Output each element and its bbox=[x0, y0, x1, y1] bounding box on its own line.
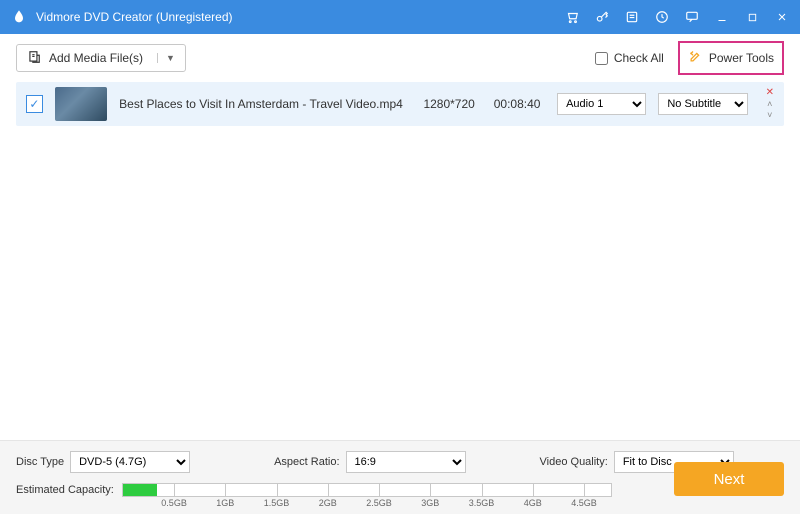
output-options: Disc Type DVD-5 (4.7G) Aspect Ratio: 16:… bbox=[16, 451, 784, 473]
aspect-ratio-label: Aspect Ratio: bbox=[274, 456, 339, 468]
item-thumbnail bbox=[55, 87, 107, 121]
close-icon[interactable] bbox=[774, 9, 790, 25]
add-file-icon bbox=[27, 50, 41, 67]
move-down-icon[interactable]: ˅ bbox=[767, 111, 772, 120]
minimize-icon[interactable] bbox=[714, 9, 730, 25]
chevron-down-icon: ▼ bbox=[157, 53, 175, 63]
capacity-bar: 0.5GB 1GB 1.5GB 2GB 2.5GB 3GB 3.5GB 4GB … bbox=[122, 483, 612, 497]
bottom-panel: Disc Type DVD-5 (4.7G) Aspect Ratio: 16:… bbox=[0, 440, 800, 514]
disc-type-label: Disc Type bbox=[16, 456, 64, 468]
aspect-ratio-select[interactable]: 16:9 bbox=[346, 451, 466, 473]
key-icon[interactable] bbox=[594, 9, 610, 25]
item-filename: Best Places to Visit In Amsterdam - Trav… bbox=[119, 97, 409, 111]
media-list: ✓ Best Places to Visit In Amsterdam - Tr… bbox=[0, 82, 800, 126]
move-up-icon[interactable]: ˄ bbox=[767, 100, 772, 109]
titlebar-controls bbox=[564, 9, 790, 25]
tools-icon bbox=[688, 49, 703, 67]
app-title: Vidmore DVD Creator (Unregistered) bbox=[36, 10, 564, 24]
check-all-toggle[interactable]: Check All bbox=[595, 51, 664, 65]
subtitle-select[interactable]: No Subtitle bbox=[658, 93, 747, 115]
audio-select[interactable]: Audio 1 bbox=[557, 93, 646, 115]
capacity-label: Estimated Capacity: bbox=[16, 484, 114, 496]
add-media-label: Add Media File(s) bbox=[49, 51, 143, 65]
disc-type-select[interactable]: DVD-5 (4.7G) bbox=[70, 451, 190, 473]
item-resolution: 1280*720 bbox=[421, 97, 477, 111]
item-checkbox[interactable]: ✓ bbox=[26, 95, 43, 113]
power-tools-label: Power Tools bbox=[709, 51, 774, 65]
capacity-row: Estimated Capacity: 0.5GB 1GB 1.5GB 2GB … bbox=[16, 483, 784, 497]
item-controls: ✕ ˄ ˅ bbox=[766, 88, 774, 120]
toolbar: Add Media File(s) ▼ Check All Power Tool… bbox=[0, 34, 800, 82]
next-button[interactable]: Next bbox=[674, 462, 784, 496]
cart-icon[interactable] bbox=[564, 9, 580, 25]
app-logo-icon bbox=[10, 8, 28, 26]
add-media-button[interactable]: Add Media File(s) ▼ bbox=[16, 44, 186, 72]
check-all-label: Check All bbox=[614, 51, 664, 65]
item-duration: 00:08:40 bbox=[489, 97, 545, 111]
menu-icon[interactable] bbox=[624, 9, 640, 25]
capacity-ticks: 0.5GB 1GB 1.5GB 2GB 2.5GB 3GB 3.5GB 4GB … bbox=[123, 484, 611, 496]
maximize-icon[interactable] bbox=[744, 9, 760, 25]
video-quality-label: Video Quality: bbox=[540, 456, 608, 468]
feedback-icon[interactable] bbox=[684, 9, 700, 25]
check-all-checkbox[interactable] bbox=[595, 52, 608, 65]
remove-item-icon[interactable]: ✕ bbox=[766, 88, 774, 98]
list-item[interactable]: ✓ Best Places to Visit In Amsterdam - Tr… bbox=[16, 82, 784, 126]
history-icon[interactable] bbox=[654, 9, 670, 25]
power-tools-button[interactable]: Power Tools bbox=[678, 41, 784, 75]
titlebar: Vidmore DVD Creator (Unregistered) bbox=[0, 0, 800, 34]
